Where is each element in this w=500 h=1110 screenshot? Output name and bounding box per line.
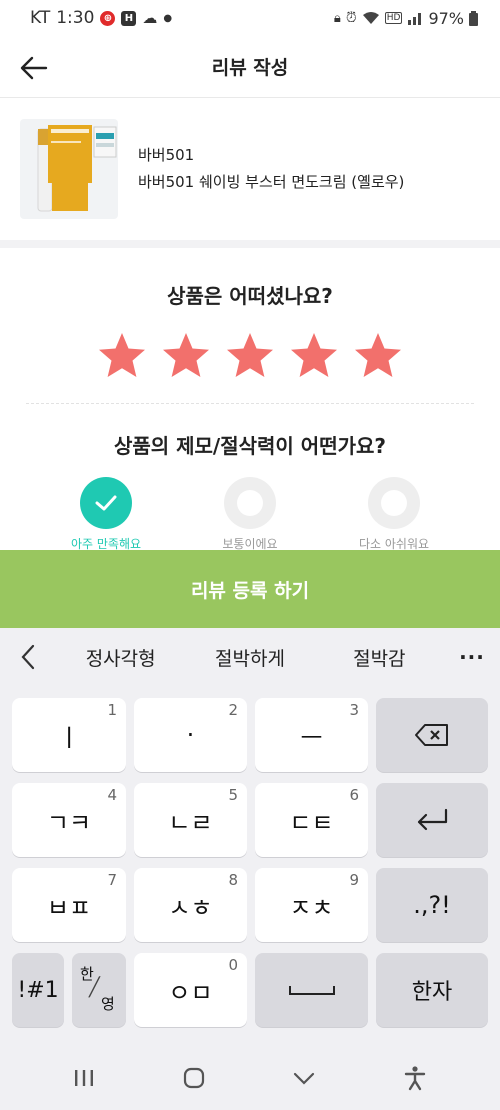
hd-badge: HD [384,12,403,24]
time: 1:30 [56,8,95,28]
battery-icon [469,10,478,26]
alarm-icon: ⏰︎ [345,10,357,26]
chevron-left-icon[interactable] [0,644,56,670]
key-nieun[interactable]: ㄴㄹ 5 [134,783,247,857]
shave-question: 상품의 제모/절삭력이 어떤가요? [113,434,387,458]
star-icon[interactable] [160,331,212,381]
key-jieut[interactable]: ㅈㅊ 9 [255,868,368,942]
suggestion-item[interactable]: 절박하게 [185,644,314,671]
home-icon[interactable] [182,1066,206,1090]
product-name: 바버501 쉐이빙 부스터 면도크림 (옐로우) [138,173,405,191]
key-bieup[interactable]: ㅂㅍ 7 [12,868,126,942]
key-vowel-eu[interactable]: ㅡ3 [255,698,368,772]
key-digeut[interactable]: ㄷㅌ 6 [255,783,368,857]
key-vowel-i[interactable]: ㅣ1 [12,698,126,772]
header: 리뷰 작성 [0,36,500,98]
cloud-notification-icon: ☁ [142,9,158,27]
star-icon[interactable] [288,331,340,381]
keyboard: 정사각형 절박하게 절박감 ··· ㅣ1 · 2 ㅡ3 ㄱㅋ 4 ㄴㄹ 5 ㄷㅌ 6 ㅂ… [0,628,500,1110]
space-key[interactable] [255,953,368,1027]
key-giyeok[interactable]: ㄱㅋ 4 [12,783,126,857]
recent-apps-icon[interactable] [73,1068,95,1088]
wifi-icon [362,12,379,24]
enter-key[interactable] [376,783,488,857]
star-rating [0,331,500,381]
lock-icon: 🔒︎ [333,10,341,26]
suggestion-item[interactable]: 정사각형 [56,644,185,671]
shave-options: 아주 만족해요 보통이에요 다소 아쉬워요 [0,477,500,552]
key-dot[interactable]: · 2 [134,698,247,772]
star-icon[interactable] [96,331,148,381]
status-bar: KT 1:30 ⊕ H ☁ ● 🔒︎ ⏰︎ HD 97% [0,0,500,36]
radio-icon [368,477,420,529]
space-icon [288,986,335,995]
carrier: KT [30,8,51,28]
suggestion-item[interactable]: 절박감 [315,644,444,671]
backspace-icon [415,724,448,746]
battery-level: 97% [428,8,464,28]
app-notification-icon: ⊕ [100,10,116,26]
option-very-satisfied[interactable]: 아주 만족해요 [46,477,166,552]
option-disappointing[interactable]: 다소 아쉬워요 [334,477,454,552]
accessibility-icon[interactable] [403,1065,427,1091]
hanja-key[interactable]: 한자 [376,953,488,1027]
section-divider [26,403,474,404]
language-toggle-key[interactable]: 한 ╱ 영 [72,953,126,1027]
product-image [20,119,118,219]
rating-question: 상품은 어떠셨나요? [167,284,333,308]
h-notification-icon: H [121,10,137,26]
more-notifications-icon: ● [163,12,173,24]
hide-keyboard-icon[interactable] [292,1070,316,1086]
back-arrow-icon[interactable] [18,52,50,84]
star-icon[interactable] [224,331,276,381]
signal-icon [408,13,422,25]
system-nav-bar [0,1046,500,1110]
key-siot[interactable]: ㅅㅎ 8 [134,868,247,942]
product-card: 바버501 바버501 쉐이빙 부스터 면도크림 (옐로우) [0,98,500,248]
symbols-key[interactable]: !#1 [12,953,64,1027]
product-brand: 바버501 [138,146,195,164]
submit-review-button[interactable]: 리뷰 등록 하기 [0,550,500,628]
punctuation-key[interactable]: .,?! [376,868,488,942]
backspace-key[interactable] [376,698,488,772]
star-icon[interactable] [352,331,404,381]
option-average[interactable]: 보통이에요 [190,477,310,552]
enter-icon [417,808,448,831]
page-title: 리뷰 작성 [211,57,289,79]
key-ieung[interactable]: ㅇㅁ 0 [134,953,247,1027]
key-grid: ㅣ1 · 2 ㅡ3 ㄱㅋ 4 ㄴㄹ 5 ㄷㅌ 6 ㅂㅍ 7 ㅅㅎ 8 ㅈㅊ 9 .,?! !#… [0,686,500,1036]
radio-icon [224,477,276,529]
suggestion-bar: 정사각형 절박하게 절박감 ··· [0,628,500,686]
check-icon [80,477,132,529]
more-options-icon[interactable]: ··· [444,645,500,669]
